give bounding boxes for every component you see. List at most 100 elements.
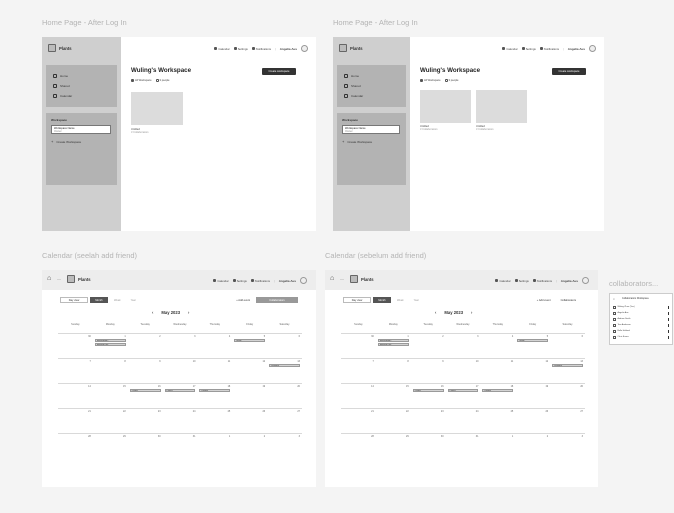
calendar-event[interactable]: Review xyxy=(482,389,514,392)
day-cell[interactable]: 24 xyxy=(445,408,481,433)
calendar-event[interactable]: Meeting ABC xyxy=(377,339,409,342)
day-cell[interactable]: 1 xyxy=(480,433,516,458)
day-cell[interactable]: 6 xyxy=(550,333,585,358)
day-cell[interactable]: 16 xyxy=(410,383,446,408)
calendar-event[interactable]: Meeting ABC xyxy=(94,339,126,342)
year-tab[interactable]: Year xyxy=(409,297,423,303)
selected-workspace[interactable]: Workspace Name Owner xyxy=(51,125,111,134)
more-icon[interactable] xyxy=(667,306,669,309)
avatar[interactable] xyxy=(589,45,596,52)
collaborator-row[interactable]: Andrew Smith xyxy=(613,318,630,321)
day-cell[interactable]: 30 xyxy=(58,333,93,358)
collaborator-row[interactable]: Bella Holland xyxy=(613,330,630,333)
user-name[interactable]: Angelia Aus xyxy=(279,279,296,283)
home-icon[interactable]: ⌂ xyxy=(330,275,334,282)
calendar-event[interactable]: Deadline xyxy=(269,364,300,367)
app-logo[interactable]: Plants xyxy=(339,44,363,52)
day-cell[interactable]: 6 xyxy=(267,333,302,358)
day-cell[interactable]: 29 xyxy=(92,433,128,458)
day-cell[interactable]: 1 xyxy=(197,433,233,458)
day-cell[interactable]: 19 xyxy=(232,383,268,408)
more-icon[interactable] xyxy=(667,324,669,327)
sidebar-item-home[interactable]: Home xyxy=(53,74,68,78)
day-cell[interactable]: 11 xyxy=(480,358,516,383)
day-cell[interactable]: 27 xyxy=(267,408,302,433)
checkbox-icon[interactable] xyxy=(613,330,616,333)
day-cell[interactable]: 26 xyxy=(232,408,268,433)
day-cell[interactable]: 17 xyxy=(445,383,481,408)
nav-notifications[interactable]: Notifications xyxy=(250,279,270,283)
workspace-card-thumbnail[interactable] xyxy=(420,90,471,123)
day-cell[interactable]: 3 xyxy=(162,333,198,358)
day-cell[interactable]: 31 xyxy=(445,433,481,458)
create-workspace-button[interactable]: Create workspace xyxy=(262,68,296,75)
day-cell[interactable]: 8 xyxy=(92,358,128,383)
day-cell[interactable]: 25 xyxy=(480,408,516,433)
app-logo[interactable]: Plants xyxy=(350,275,374,283)
calendar-event[interactable]: Study xyxy=(234,339,266,342)
calendar-event[interactable]: Meeting DEF xyxy=(94,343,126,346)
day-cell[interactable]: 27 xyxy=(550,408,585,433)
day-cell[interactable]: 21 xyxy=(58,408,93,433)
more-icon[interactable] xyxy=(667,312,669,315)
day-cell[interactable]: 22 xyxy=(92,408,128,433)
day-cell[interactable]: 13 xyxy=(267,358,302,383)
avatar[interactable] xyxy=(582,277,589,284)
nav-settings[interactable]: Settings xyxy=(232,279,247,283)
day-cell[interactable]: 19 xyxy=(515,383,551,408)
day-cell[interactable]: 17 xyxy=(162,383,198,408)
more-icon[interactable] xyxy=(667,330,669,333)
next-month-button[interactable]: › xyxy=(471,310,472,315)
day-cell[interactable]: 30 xyxy=(341,333,376,358)
day-cell[interactable]: 9 xyxy=(127,358,163,383)
day-cell[interactable]: 14 xyxy=(341,383,376,408)
close-icon[interactable]: × xyxy=(613,297,615,301)
day-cell[interactable]: 11 xyxy=(197,358,233,383)
day-cell[interactable]: 2 xyxy=(515,433,551,458)
calendar-event[interactable]: Project xyxy=(447,389,479,392)
app-logo[interactable]: Plants xyxy=(67,275,91,283)
day-cell[interactable]: 2 xyxy=(410,333,446,358)
create-workspace-link[interactable]: + Create Workspace xyxy=(342,139,372,144)
app-logo[interactable]: Plants xyxy=(48,44,72,52)
nav-calendar[interactable]: Calendar xyxy=(495,279,511,283)
month-tab[interactable]: Month xyxy=(373,297,391,303)
day-cell[interactable]: 23 xyxy=(410,408,446,433)
day-cell[interactable]: 13 xyxy=(550,358,585,383)
day-cell[interactable]: 9 xyxy=(410,358,446,383)
day-cell[interactable]: 12 xyxy=(515,358,551,383)
day-cell[interactable]: 29 xyxy=(375,433,411,458)
day-cell[interactable]: 30 xyxy=(410,433,446,458)
calendar-event[interactable]: Deadline xyxy=(552,364,583,367)
day-cell[interactable]: 14 xyxy=(58,383,93,408)
day-cell[interactable]: 2 xyxy=(127,333,163,358)
collaborators-button[interactable]: Collaborators xyxy=(256,297,298,303)
create-workspace-button[interactable]: Create workspace xyxy=(552,68,586,75)
workspace-card-thumbnail[interactable] xyxy=(476,90,527,123)
day-cell[interactable]: 16 xyxy=(127,383,163,408)
calendar-event[interactable]: Project xyxy=(412,389,444,392)
checkbox-icon[interactable] xyxy=(613,318,616,321)
day-cell[interactable]: 21 xyxy=(341,408,376,433)
day-cell[interactable]: 23 xyxy=(127,408,163,433)
month-tab[interactable]: Month xyxy=(90,297,108,303)
day-cell[interactable]: 18 xyxy=(480,383,516,408)
next-month-button[interactable]: › xyxy=(188,310,189,315)
day-cell[interactable]: 28 xyxy=(341,433,376,458)
nav-settings[interactable]: Settings xyxy=(514,279,529,283)
calendar-event[interactable]: Study xyxy=(517,339,549,342)
create-workspace-link[interactable]: + Create Workspace xyxy=(51,139,81,144)
checkbox-icon[interactable] xyxy=(613,306,616,309)
more-icon[interactable] xyxy=(667,318,669,321)
nav-notifications[interactable]: Notifications xyxy=(539,47,559,51)
day-cell[interactable]: 25 xyxy=(197,408,233,433)
day-view-button[interactable]: Day view xyxy=(343,297,371,303)
checkbox-icon[interactable] xyxy=(613,312,616,315)
day-cell[interactable]: 12 xyxy=(232,358,268,383)
day-cell[interactable]: 18 xyxy=(197,383,233,408)
nav-settings[interactable]: Settings xyxy=(233,47,248,51)
day-cell[interactable]: 5 xyxy=(232,333,268,358)
checkbox-icon[interactable] xyxy=(613,324,616,327)
nav-calendar[interactable]: Calendar xyxy=(214,47,230,51)
workspace-card-thumbnail[interactable] xyxy=(131,92,183,125)
